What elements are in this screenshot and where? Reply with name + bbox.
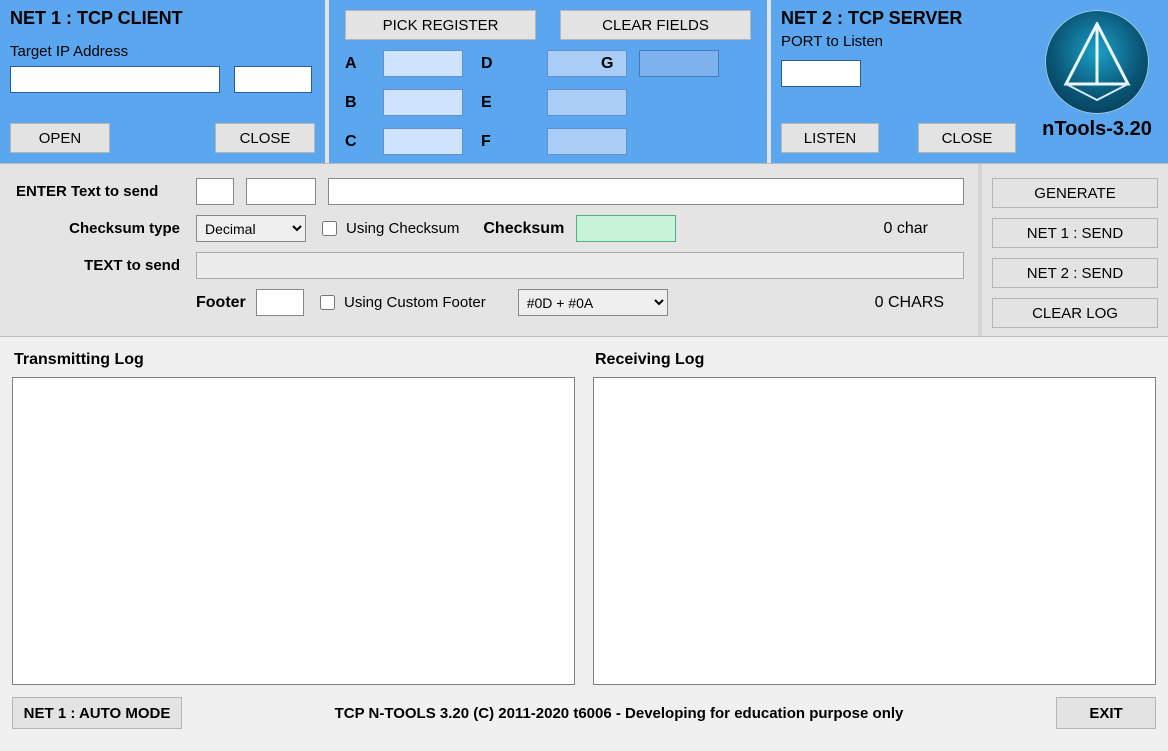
- net2-panel: NET 2 : TCP SERVER PORT to Listen LISTEN…: [771, 0, 1026, 163]
- tx-log-label: Transmitting Log: [14, 351, 573, 369]
- tx-log-box[interactable]: [12, 377, 575, 685]
- reg-input-f[interactable]: [547, 128, 627, 155]
- reg-input-e[interactable]: [547, 89, 627, 116]
- net1-open-button[interactable]: OPEN: [10, 123, 110, 153]
- footer-label: Footer: [196, 294, 244, 312]
- checksum-label: Checksum: [483, 220, 564, 238]
- net1-close-button[interactable]: CLOSE: [215, 123, 315, 153]
- chars-count: 0 CHARS: [680, 294, 964, 312]
- footer-select[interactable]: #0D + #0A: [518, 289, 668, 316]
- rx-log-box[interactable]: [593, 377, 1156, 685]
- rx-log-label: Receiving Log: [595, 351, 1154, 369]
- reg-label-f: F: [481, 133, 529, 151]
- app-name: nTools-3.20: [1036, 118, 1158, 141]
- registers-panel: PICK REGISTER CLEAR FIELDS A D B E C F G: [325, 0, 771, 163]
- actions-panel: GENERATE NET 1 : SEND NET 2 : SEND CLEAR…: [978, 164, 1168, 336]
- rx-log-panel: Receiving Log: [593, 347, 1156, 685]
- net1-port-input[interactable]: [234, 66, 312, 93]
- reg-label-a: A: [345, 55, 365, 73]
- using-custom-footer-checkbox[interactable]: Using Custom Footer: [316, 292, 486, 313]
- net1-send-button[interactable]: NET 1 : SEND: [992, 218, 1158, 248]
- enter-text-long[interactable]: [328, 178, 964, 205]
- net2-title: NET 2 : TCP SERVER: [781, 8, 1016, 29]
- using-checksum-checkbox[interactable]: Using Checksum: [318, 218, 459, 239]
- tx-log-panel: Transmitting Log: [12, 347, 575, 685]
- checksum-type-select[interactable]: Decimal: [196, 215, 306, 242]
- enter-text-label: ENTER Text to send: [14, 183, 184, 200]
- generate-button[interactable]: GENERATE: [992, 178, 1158, 208]
- reg-input-b[interactable]: [383, 89, 463, 116]
- clear-fields-button[interactable]: CLEAR FIELDS: [560, 10, 751, 40]
- char-count: 0 char: [688, 220, 964, 238]
- footer-copyright: TCP N-TOOLS 3.20 (C) 2011-2020 t6006 - D…: [194, 705, 1044, 722]
- net2-listen-button[interactable]: LISTEN: [781, 123, 879, 153]
- reg-label-g: G: [601, 55, 613, 73]
- reg-label-b: B: [345, 94, 365, 112]
- net1-title: NET 1 : TCP CLIENT: [10, 8, 315, 29]
- using-checksum-label: Using Checksum: [346, 220, 459, 237]
- net1-panel: NET 1 : TCP CLIENT Target IP Address OPE…: [0, 0, 325, 163]
- using-custom-footer-checkbox-input[interactable]: [320, 295, 335, 310]
- pick-register-button[interactable]: PICK REGISTER: [345, 10, 536, 40]
- footer-input[interactable]: [256, 289, 304, 316]
- app-logo-icon: [1045, 10, 1149, 114]
- net2-port-input[interactable]: [781, 60, 861, 87]
- checksum-value[interactable]: [576, 215, 676, 242]
- reg-label-d: D: [481, 55, 529, 73]
- checksum-type-label: Checksum type: [14, 220, 184, 237]
- reg-label-e: E: [481, 94, 529, 112]
- net1-ip-label: Target IP Address: [10, 43, 315, 60]
- net1-ip-input[interactable]: [10, 66, 220, 93]
- enter-text-small1[interactable]: [196, 178, 234, 205]
- using-custom-footer-label: Using Custom Footer: [344, 294, 486, 311]
- branding-panel: nTools-3.20: [1026, 0, 1168, 163]
- net2-port-label: PORT to Listen: [781, 33, 1016, 50]
- net2-close-button[interactable]: CLOSE: [918, 123, 1016, 153]
- using-checksum-checkbox-input[interactable]: [322, 221, 337, 236]
- reg-input-a[interactable]: [383, 50, 463, 77]
- net2-send-button[interactable]: NET 2 : SEND: [992, 258, 1158, 288]
- text-to-send-label: TEXT to send: [14, 257, 184, 274]
- exit-button[interactable]: EXIT: [1056, 697, 1156, 729]
- send-form-panel: ENTER Text to send Checksum type Decimal…: [0, 164, 978, 336]
- enter-text-small2[interactable]: [246, 178, 316, 205]
- reg-input-c[interactable]: [383, 128, 463, 155]
- text-to-send-field: [196, 252, 964, 279]
- reg-label-c: C: [345, 133, 365, 151]
- reg-input-g[interactable]: [639, 50, 719, 77]
- clear-log-button[interactable]: CLEAR LOG: [992, 298, 1158, 328]
- net1-auto-mode-button[interactable]: NET 1 : AUTO MODE: [12, 697, 182, 729]
